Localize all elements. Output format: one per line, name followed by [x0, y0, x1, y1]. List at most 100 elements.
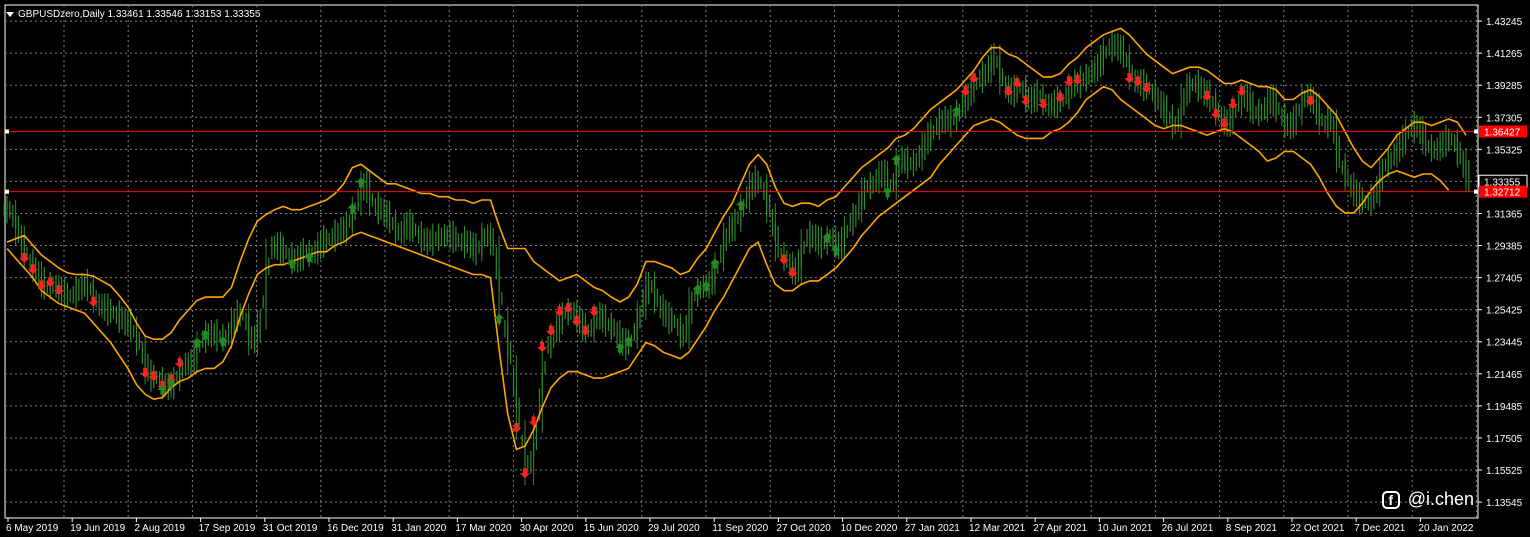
x-tick-label: 10 Jun 2021 [1097, 523, 1152, 534]
buy-arrow-icon [191, 337, 202, 348]
sell-arrow-icon [1072, 74, 1083, 85]
buy-arrow-icon [200, 329, 211, 340]
x-tick-label: 22 Oct 2021 [1290, 523, 1345, 534]
y-tick-label: 1.41265 [1486, 49, 1523, 60]
y-tick-label: 1.37305 [1486, 113, 1523, 124]
y-tick-label: 1.19485 [1486, 402, 1523, 413]
x-tick-label: 10 Dec 2020 [841, 523, 898, 534]
sell-arrow-icon [960, 86, 971, 97]
sell-arrow-icon [88, 296, 99, 307]
x-tick-label: 31 Jan 2020 [391, 523, 446, 534]
sell-arrow-icon [537, 341, 548, 352]
price-label: 1.32712 [1484, 188, 1521, 199]
sell-arrow-icon [53, 285, 64, 296]
price-label: 1.36427 [1484, 128, 1521, 139]
x-tick-label: 11 Sep 2020 [712, 523, 768, 534]
sell-arrow-icon [563, 303, 574, 314]
level-handle [1474, 129, 1478, 134]
sell-arrow-icon [1020, 95, 1031, 106]
x-tick-label: 30 Apr 2020 [520, 523, 574, 534]
sell-arrow-icon [1124, 73, 1135, 84]
buy-arrow-icon [830, 245, 841, 256]
plot-frame [4, 4, 1479, 519]
x-tick-label: 19 Jun 2019 [70, 523, 125, 534]
buy-arrow-icon [692, 284, 703, 295]
y-tick-label: 1.17505 [1486, 434, 1523, 445]
y-tick-label: 1.23445 [1486, 338, 1523, 349]
x-tick-label: 27 Jan 2021 [905, 523, 960, 534]
sell-arrow-icon [589, 306, 600, 317]
buy-arrow-icon [709, 258, 720, 269]
sell-arrow-icon [1202, 90, 1213, 101]
sell-arrow-icon [1227, 99, 1238, 110]
sell-arrow-icon [148, 371, 159, 382]
sell-arrow-icon [1037, 99, 1048, 110]
y-tick-label: 1.31365 [1486, 209, 1523, 220]
buy-arrow-icon [951, 106, 962, 117]
sell-arrow-icon [1236, 86, 1247, 97]
sell-arrow-icon [778, 254, 789, 265]
x-tick-label: 16 Dec 2019 [327, 523, 384, 534]
x-tick-label: 27 Apr 2021 [1033, 523, 1087, 534]
sell-arrow-icon [1012, 77, 1023, 88]
y-tick-label: 1.39285 [1486, 81, 1523, 92]
x-tick-label: 29 Jul 2020 [648, 523, 700, 534]
sell-arrow-icon [787, 267, 798, 278]
sell-arrow-icon [554, 306, 565, 317]
facebook-icon: f [1381, 490, 1400, 509]
buy-arrow-icon [217, 336, 228, 347]
watermark-text: @i.chen [1407, 489, 1474, 509]
x-tick-label: 8 Sep 2021 [1226, 523, 1278, 534]
buy-arrow-icon [822, 232, 833, 243]
sell-arrow-icon [140, 367, 151, 378]
buy-arrow-icon [614, 342, 625, 353]
x-tick-label: 27 Oct 2020 [776, 523, 831, 534]
level-handle [5, 189, 9, 194]
sell-arrow-icon [1003, 86, 1014, 97]
x-tick-label: 12 Mar 2021 [969, 523, 1026, 534]
price-chart[interactable]: 1.432451.412651.392851.373051.353251.333… [0, 0, 1530, 537]
y-tick-label: 1.29385 [1486, 242, 1523, 253]
sell-arrow-icon [571, 316, 582, 327]
x-tick-label: 31 Oct 2019 [263, 523, 318, 534]
sell-arrow-icon [545, 325, 556, 336]
sell-arrow-icon [528, 416, 539, 427]
level-handle [1474, 189, 1478, 194]
sell-arrow-icon [36, 280, 47, 291]
sell-arrow-icon [580, 325, 591, 336]
buy-arrow-icon [882, 187, 893, 198]
buy-arrow-icon [623, 336, 634, 347]
x-tick-label: 17 Sep 2019 [199, 523, 256, 534]
y-tick-label: 1.27405 [1486, 274, 1523, 285]
buy-arrow-icon [701, 281, 712, 292]
buy-arrow-icon [735, 200, 746, 211]
sell-arrow-icon [45, 277, 56, 288]
y-tick-label: 1.43245 [1486, 17, 1523, 28]
x-tick-label: 7 Dec 2021 [1354, 523, 1406, 534]
buy-arrow-icon [347, 203, 358, 214]
x-tick-label: 6 May 2019 [6, 523, 59, 534]
upper-band-line [6, 27, 1467, 340]
buy-arrow-icon [891, 154, 902, 165]
sell-arrow-icon [19, 252, 30, 263]
y-tick-label: 1.25425 [1486, 306, 1523, 317]
sell-arrow-icon [174, 358, 185, 369]
sell-arrow-icon [511, 422, 522, 433]
x-tick-label: 15 Jun 2020 [584, 523, 639, 534]
sell-arrow-icon [1219, 118, 1230, 129]
sell-arrow-icon [1141, 82, 1152, 93]
level-handle [5, 129, 9, 134]
x-tick-label: 20 Jan 2022 [1418, 523, 1473, 534]
x-tick-label: 17 Mar 2020 [455, 523, 512, 534]
watermark: f @i.chen [1381, 489, 1474, 510]
y-tick-label: 1.35325 [1486, 145, 1523, 156]
y-tick-label: 1.15525 [1486, 466, 1523, 477]
buy-arrow-icon [355, 177, 366, 188]
x-tick-label: 2 Aug 2019 [134, 523, 185, 534]
y-tick-label: 1.13545 [1486, 498, 1523, 509]
x-tick-label: 26 Jul 2021 [1162, 523, 1214, 534]
sell-arrow-icon [1055, 92, 1066, 103]
y-tick-label: 1.21465 [1486, 370, 1523, 381]
lower-band-line [6, 85, 1450, 451]
sell-arrow-icon [1305, 95, 1316, 106]
